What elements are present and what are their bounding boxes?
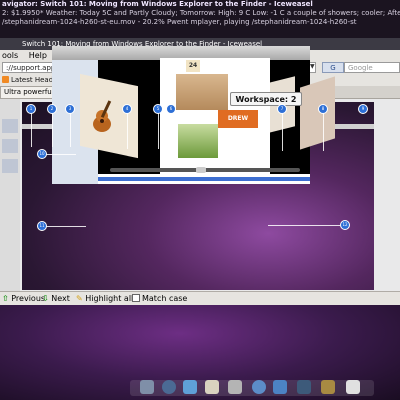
dock-system-icon[interactable]: [297, 380, 311, 394]
callout-line: [70, 111, 71, 147]
callout-line: [52, 111, 53, 147]
baby-photo: [176, 74, 228, 110]
callout-8: 8: [318, 104, 328, 114]
find-previous-button[interactable]: ⇧ Previous: [2, 292, 45, 306]
coverflow-slider-knob: [196, 167, 206, 173]
dock-cloud-icon[interactable]: [228, 380, 242, 394]
dock-network-icon[interactable]: [252, 380, 266, 394]
kid-photo: [178, 124, 218, 158]
callout-12: 12: [340, 220, 350, 230]
badge-24: 24: [186, 60, 200, 72]
dock-chat-icon[interactable]: [183, 380, 197, 394]
list-item: [98, 181, 310, 184]
callout-5: 5: [153, 104, 163, 114]
callout-10: 10: [37, 149, 47, 159]
match-case-checkbox[interactable]: Match case: [132, 292, 187, 306]
callout-3: 3: [65, 104, 75, 114]
checkbox-icon: [132, 294, 140, 302]
find-next-label: Next: [51, 294, 70, 303]
find-bar: ⇧ Previous ⇩ Next ✎ Highlight all Match …: [0, 291, 400, 306]
callout-line: [268, 225, 340, 226]
dock-globe-icon[interactable]: [162, 380, 176, 394]
callout-line: [46, 226, 86, 227]
rss-icon: [2, 76, 9, 83]
guitar-icon: [93, 100, 112, 132]
dock-monitor-icon[interactable]: [273, 380, 287, 394]
far-right-cover: [300, 76, 335, 150]
callout-line: [158, 111, 159, 149]
status-bar: avigator: Switch 101: Moving from Window…: [0, 0, 400, 38]
find-next-button[interactable]: ⇩ Next: [42, 292, 70, 306]
callout-line: [323, 111, 324, 151]
workspace-label: Workspace: 2: [230, 92, 302, 106]
status-title: avigator: Switch 101: Moving from Window…: [2, 0, 313, 8]
dock-media-icon[interactable]: [321, 380, 335, 394]
search-input[interactable]: Google: [344, 62, 400, 73]
finder-file-list: [98, 174, 310, 184]
match-case-label: Match case: [142, 294, 188, 303]
callout-1: 1: [26, 104, 36, 114]
drew-label: DREW: [218, 110, 258, 128]
callout-line: [31, 111, 32, 147]
find-previous-label: Previous: [11, 294, 46, 303]
highlight-all-label: Highlight all: [85, 294, 134, 303]
callout-line: [127, 111, 128, 149]
menu-tools[interactable]: ools: [2, 51, 18, 60]
search-engine-icon[interactable]: G: [322, 62, 344, 73]
callout-6: 6: [166, 104, 176, 114]
arrow-down-icon: ⇩: [42, 294, 49, 303]
sidebar-thumb: [2, 139, 18, 153]
status-weather: 2: $1.9950* Weather: Today 5C and Partly…: [2, 9, 400, 17]
url-dropdown-icon[interactable]: ▼: [310, 63, 315, 70]
sidebar-thumb: [2, 159, 18, 173]
page-left-sidebar: [0, 99, 20, 291]
callout-2: 2: [47, 104, 57, 114]
dock-document-icon[interactable]: [205, 380, 219, 394]
highlight-all-button[interactable]: ✎ Highlight all: [76, 292, 133, 306]
callout-line: [282, 111, 283, 151]
callout-line: [171, 111, 172, 149]
callout-line: [46, 154, 76, 155]
menu-help[interactable]: Help: [29, 51, 47, 60]
callout-7: 7: [277, 104, 287, 114]
dock-finder-icon[interactable]: [140, 380, 154, 394]
dock-photo-icon[interactable]: [346, 380, 360, 394]
highlight-icon: ✎: [76, 294, 83, 303]
sidebar-thumb: [2, 119, 18, 133]
callout-11: 11: [37, 221, 47, 231]
callout-9: 9: [358, 104, 368, 114]
status-media: /stephanidream-1024-h260-st-eu.mov - 20.…: [2, 18, 357, 26]
arrow-up-icon: ⇧: [2, 294, 9, 303]
callout-4: 4: [122, 104, 132, 114]
